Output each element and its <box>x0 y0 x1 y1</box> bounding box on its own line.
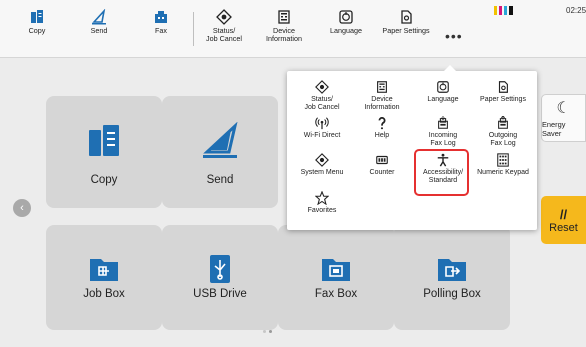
page-indicator <box>263 330 272 333</box>
topbar-copy-button[interactable]: Copy <box>22 0 52 58</box>
send-icon <box>203 122 238 158</box>
reset-icon: // <box>559 206 568 222</box>
menu-item-favorites[interactable]: Favorites <box>291 191 353 215</box>
menu-item-system-menu-label: System Menu <box>300 169 344 176</box>
moon-icon: ☾ <box>556 100 571 117</box>
fax-icon <box>155 11 167 23</box>
topbar-paper-settings-button[interactable]: Paper Settings <box>376 0 436 58</box>
toner-black-led <box>509 6 513 15</box>
toner-status-indicator <box>494 6 513 15</box>
star-icon <box>315 191 329 205</box>
topbar-status-label: Status/ Job Cancel <box>206 26 242 43</box>
counter-icon <box>376 155 388 165</box>
menu-item-numeric-keypad-label: Numeric Keypad <box>477 169 529 176</box>
numeric-keypad-icon <box>497 153 509 167</box>
topbar-device-info-label: Device Information <box>266 26 302 43</box>
toner-yellow-led <box>494 6 497 15</box>
tile-send[interactable]: Send <box>162 96 278 208</box>
device-info-icon <box>377 81 387 93</box>
menu-item-language-label: Language <box>427 96 459 103</box>
job-box-icon <box>90 259 118 281</box>
tile-copy-label: Copy <box>90 174 118 186</box>
menu-item-help[interactable]: Help <box>351 116 413 140</box>
page-dot <box>269 330 272 333</box>
language-icon <box>339 10 353 24</box>
menu-item-paper-settings-label: Paper Settings <box>480 96 526 103</box>
language-icon <box>437 81 449 93</box>
topbar-copy-label: Copy <box>28 26 46 35</box>
menu-item-incoming-fax-log-label: Incoming Fax Log <box>428 132 458 147</box>
tile-send-label: Send <box>206 174 234 186</box>
page-dot <box>263 330 266 333</box>
topbar-fax-label: Fax <box>155 26 167 35</box>
toner-cyan-led <box>504 6 507 15</box>
outgoing-fax-log-icon <box>498 116 508 129</box>
paper-settings-icon <box>498 81 508 93</box>
menu-item-device-information-label: Device Information <box>364 96 400 111</box>
tile-fax-box[interactable]: Fax Box <box>278 225 394 330</box>
tile-usb-drive[interactable]: USB Drive <box>162 225 278 330</box>
topbar-language-button[interactable]: Language <box>320 0 372 58</box>
topbar-send-button[interactable]: Send <box>84 0 114 58</box>
menu-item-counter[interactable]: Counter <box>351 153 413 177</box>
send-icon <box>92 9 106 25</box>
tile-job-box[interactable]: Job Box <box>46 225 162 330</box>
topbar-language-label: Language <box>330 26 362 35</box>
more-button[interactable]: ••• <box>445 29 463 43</box>
topbar-device-info-button[interactable]: Device Information <box>258 0 310 58</box>
toner-magenta-led <box>499 6 502 15</box>
menu-item-outgoing-fax-log[interactable]: Outgoing Fax Log <box>472 116 534 147</box>
menu-item-status[interactable]: Status/ Job Cancel <box>291 80 353 111</box>
copy-icon <box>31 10 43 23</box>
menu-item-help-label: Help <box>374 132 390 139</box>
menu-item-counter-label: Counter <box>369 169 395 176</box>
menu-item-favorites-label: Favorites <box>307 207 337 214</box>
reset-button[interactable]: // Reset <box>541 196 586 244</box>
help-icon <box>378 117 386 130</box>
menu-item-outgoing-fax-log-label: Outgoing Fax Log <box>488 132 518 147</box>
scroll-left-button[interactable]: ‹ <box>13 199 31 217</box>
energy-saver-label: Energy Saver <box>542 120 566 138</box>
tile-copy[interactable]: Copy <box>46 96 162 208</box>
top-bar: Copy Send Fax Status/ Job Cancel Device … <box>0 0 586 58</box>
tile-fax-box-label: Fax Box <box>314 288 358 300</box>
menu-item-wifi-direct[interactable]: Wi-Fi Direct <box>291 116 353 140</box>
polling-box-icon <box>438 259 466 281</box>
tile-job-box-label: Job Box <box>83 288 125 300</box>
reset-label: Reset <box>549 221 578 234</box>
paper-settings-icon <box>401 10 412 24</box>
chevron-left-icon: ‹ <box>20 202 24 214</box>
wifi-direct-icon <box>315 117 329 130</box>
fax-box-icon <box>322 259 350 281</box>
usb-drive-icon <box>210 255 230 283</box>
menu-item-device-information[interactable]: Device Information <box>351 80 413 111</box>
energy-saver-button[interactable]: ☾ Energy Saver <box>541 94 586 142</box>
menu-item-status-label: Status/ Job Cancel <box>304 96 340 111</box>
tile-polling-box[interactable]: Polling Box <box>394 225 510 330</box>
status-icon <box>216 9 232 25</box>
topbar-status-button[interactable]: Status/ Job Cancel <box>198 0 250 58</box>
menu-item-incoming-fax-log[interactable]: Incoming Fax Log <box>412 116 474 147</box>
incoming-fax-log-icon <box>438 116 448 129</box>
highlight-box <box>414 149 469 196</box>
topbar-send-label: Send <box>90 26 108 35</box>
topbar-fax-button[interactable]: Fax <box>146 0 176 58</box>
tile-usb-drive-label: USB Drive <box>193 288 247 300</box>
menu-item-language[interactable]: Language <box>412 80 474 104</box>
status-icon <box>315 80 329 94</box>
topbar-paper-settings-label: Paper Settings <box>382 26 430 35</box>
device-info-icon <box>278 10 290 24</box>
menu-item-wifi-direct-label: Wi-Fi Direct <box>303 132 341 139</box>
tile-polling-box-label: Polling Box <box>423 288 481 300</box>
menu-item-system-menu[interactable]: System Menu <box>291 153 353 177</box>
copy-icon <box>89 125 119 156</box>
menu-item-paper-settings[interactable]: Paper Settings <box>472 80 534 104</box>
clock: 02:25 <box>566 6 586 15</box>
more-menu-popup: Status/ Job Cancel Device Information La… <box>287 65 537 230</box>
system-menu-icon <box>315 153 329 167</box>
menu-item-numeric-keypad[interactable]: Numeric Keypad <box>472 153 534 177</box>
topbar-divider <box>193 12 194 46</box>
